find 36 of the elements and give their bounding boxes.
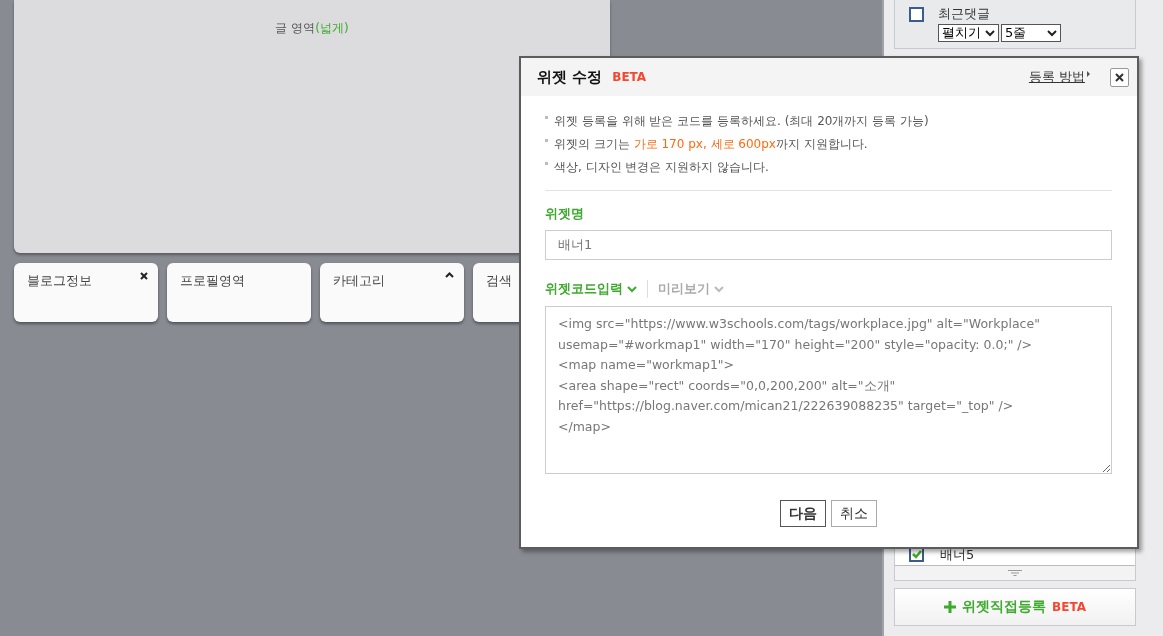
close-button[interactable]: [1110, 67, 1129, 87]
expand-handle[interactable]: [895, 566, 1135, 580]
next-button[interactable]: 다음: [780, 500, 826, 527]
chevron-down-icon: [714, 285, 724, 293]
close-icon: [1115, 72, 1124, 82]
dialog-title: 위젯 수정: [537, 67, 603, 87]
widget-card-title: 프로필영역: [180, 272, 245, 290]
dropdown[interactable]: 5줄: [1001, 24, 1061, 42]
widget-card[interactable]: 블로그정보: [14, 263, 158, 322]
widget-item-label: 최근댓글: [938, 5, 990, 23]
expand-icon: [1008, 570, 1022, 576]
code-field[interactable]: <img src="https://www.w3schools.com/tags/workplace.jpg" alt="Workplace" usemap="#workmap1" width="170" height="200" style="opacity: 0.0;" /> <map name="workmap1"> <area shape="rect" coords="0,0,200,200" alt="소개" href="https://blog.naver.com/mican21/222639088235" target="_top" /> </map>: [545, 306, 1112, 474]
help-link[interactable]: 등록 방법: [1028, 68, 1085, 86]
content-area-label: 글 영역(넓게): [275, 20, 349, 36]
beta-label: BETA: [612, 70, 647, 84]
widget-name-field[interactable]: 배너1: [545, 230, 1112, 260]
note-text: 위젯의 크기는 가로 170 px, 세로 600px까지 지원합니다.: [554, 136, 868, 153]
widget-card-title: 블로그정보: [27, 272, 92, 290]
widget-card[interactable]: 프로필영역: [167, 263, 311, 322]
widget-name-label: 위젯명: [545, 205, 585, 223]
widget-item-label: 배너5: [940, 545, 975, 564]
widget-card-title: 카테고리: [333, 272, 385, 290]
chevron-down-icon: [985, 29, 995, 37]
note-text: 색상, 디자인 변경은 지원하지 않습니다.: [554, 159, 769, 176]
dropdown[interactable]: 펼치기: [938, 24, 999, 42]
widget-card-title: 검색: [486, 272, 512, 290]
cancel-button[interactable]: 취소: [831, 500, 877, 527]
plus-icon: [944, 601, 957, 613]
checkbox[interactable]: [909, 6, 924, 22]
caret-up-icon[interactable]: [445, 272, 454, 278]
close-icon[interactable]: [140, 272, 148, 280]
widget-card[interactable]: 카테고리: [320, 263, 464, 322]
chevron-down-icon: [627, 285, 637, 293]
note-text: 위젯 등록을 위해 받은 코드를 등록하세요. (최대 20개까지 등록 가능): [554, 113, 929, 130]
chevron-down-icon: [1047, 29, 1057, 37]
triangle-right-icon: [1087, 71, 1090, 77]
